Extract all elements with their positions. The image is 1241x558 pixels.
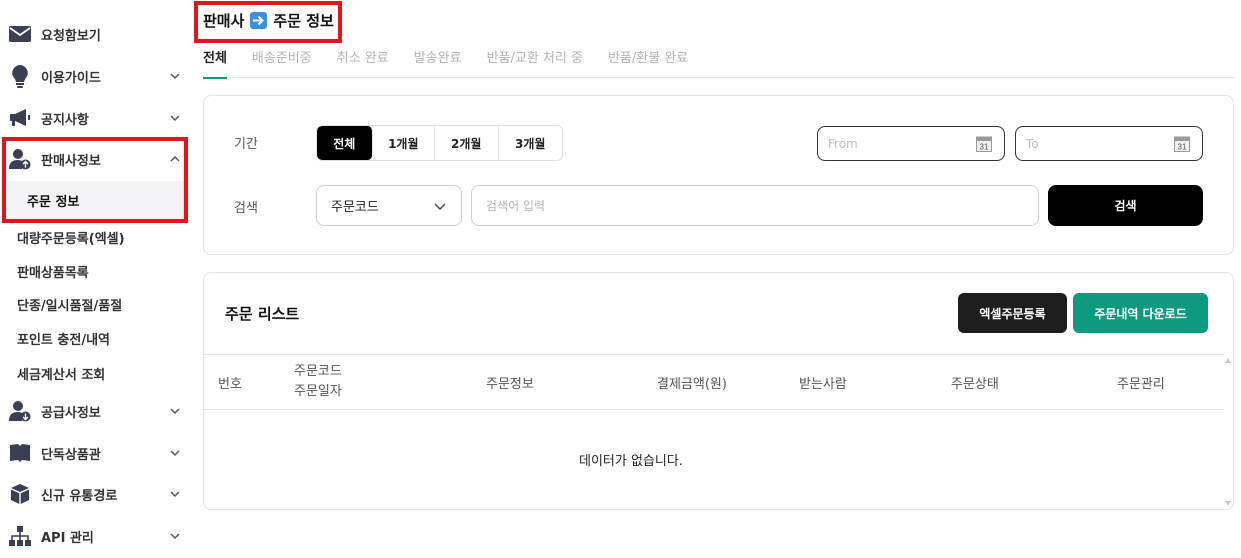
order-table-header: 번호 주문코드 주문일자 주문정보 결제금액(원) 받는사람 주문상태 주문관리 bbox=[204, 354, 1224, 410]
column-code: 주문코드 bbox=[294, 364, 342, 379]
lightbulb-icon bbox=[8, 64, 32, 88]
table-scrollbar[interactable] bbox=[1223, 354, 1233, 509]
calendar-day-number: 31 bbox=[1178, 143, 1187, 152]
chevron-up-icon bbox=[170, 155, 180, 162]
user-upload-icon bbox=[8, 147, 32, 171]
user-download-icon bbox=[8, 399, 32, 423]
box-icon bbox=[8, 482, 32, 506]
sidebar-subitem-points[interactable]: 포인트 충전/내역 bbox=[0, 323, 192, 353]
column-status: 주문상태 bbox=[951, 376, 999, 392]
excel-order-register-button[interactable]: 엑셀주문등록 bbox=[958, 293, 1067, 333]
sidebar-subitem-soldout[interactable]: 단종/일시품절/품절 bbox=[0, 289, 192, 319]
scroll-down-arrow-icon[interactable] bbox=[1225, 501, 1231, 506]
sitemap-icon bbox=[8, 524, 32, 548]
column-manage: 주문관리 bbox=[1117, 376, 1165, 392]
filter-panel: 기간 전체 1개월 2개월 3개월 From 31 To 31 검색 주문코드 … bbox=[203, 95, 1234, 255]
period-3month-button[interactable]: 3개월 bbox=[499, 126, 562, 160]
search-label: 검색 bbox=[234, 201, 258, 216]
sidebar-item-inbox[interactable]: 요청함보기 bbox=[0, 15, 192, 53]
calendar-day-number: 31 bbox=[980, 143, 989, 152]
empty-message: 데이터가 없습니다. bbox=[579, 454, 683, 469]
sidebar-item-exclusive[interactable]: 단독상품관 bbox=[0, 434, 192, 472]
arrow-right-icon bbox=[250, 12, 268, 29]
sidebar-item-supplier-info[interactable]: 공급사정보 bbox=[0, 392, 192, 430]
tab-cancelled[interactable]: 취소 완료 bbox=[337, 48, 389, 78]
date-to-placeholder: To bbox=[1026, 136, 1039, 151]
tab-shipped[interactable]: 발송완료 bbox=[414, 48, 462, 78]
order-download-button[interactable]: 주문내역 다운로드 bbox=[1073, 293, 1208, 333]
sidebar-subitem-product-list[interactable]: 판매상품목록 bbox=[0, 256, 192, 286]
status-tabs: 전체 배송준비중 취소 완료 발송완료 반품/교환 처리 중 반품/환불 완료 bbox=[203, 48, 1234, 79]
sidebar-subitem-tax-invoice[interactable]: 세금계산서 조회 bbox=[0, 358, 192, 388]
search-type-value: 주문코드 bbox=[331, 200, 379, 215]
period-selector: 전체 1개월 2개월 3개월 bbox=[316, 125, 563, 161]
sidebar-item-label: 단독상품관 bbox=[41, 447, 101, 463]
period-label: 기간 bbox=[234, 137, 258, 152]
breadcrumb-seller: 판매사 bbox=[203, 12, 245, 30]
date-from-input[interactable]: From 31 bbox=[817, 126, 1005, 161]
sidebar-item-new-channel[interactable]: 신규 유통경로 bbox=[0, 475, 192, 513]
sidebar-item-label: 공지사항 bbox=[41, 112, 89, 128]
chevron-down-icon bbox=[170, 450, 180, 457]
sidebar-item-seller-info[interactable]: 판매사정보 bbox=[0, 140, 192, 178]
chevron-down-icon bbox=[434, 203, 446, 210]
column-recipient: 받는사람 bbox=[799, 376, 847, 392]
chevron-down-icon bbox=[170, 115, 180, 122]
breadcrumb-order-info: 주문 정보 bbox=[273, 12, 334, 30]
sidebar-item-label: 요청함보기 bbox=[41, 28, 101, 44]
envelope-icon bbox=[8, 22, 32, 46]
period-2month-button[interactable]: 2개월 bbox=[435, 126, 499, 160]
calendar-icon[interactable]: 31 bbox=[1174, 135, 1190, 152]
search-button[interactable]: 검색 bbox=[1048, 185, 1203, 226]
sidebar-subitem-bulk-order[interactable]: 대량주문등록(엑셀) bbox=[0, 222, 192, 252]
column-number: 번호 bbox=[218, 376, 242, 392]
chevron-down-icon bbox=[170, 73, 180, 80]
page-title: 판매사 주문 정보 bbox=[203, 10, 334, 31]
chevron-down-icon bbox=[170, 533, 180, 540]
date-from-placeholder: From bbox=[828, 136, 858, 151]
chevron-down-icon bbox=[170, 408, 180, 415]
sidebar-item-label: 신규 유통경로 bbox=[41, 488, 118, 504]
period-all-button[interactable]: 전체 bbox=[317, 126, 373, 160]
tab-return-refund[interactable]: 반품/환불 완료 bbox=[608, 48, 688, 78]
megaphone-icon bbox=[8, 106, 32, 130]
sidebar-item-label: 이용가이드 bbox=[41, 70, 101, 86]
sidebar-subitem-order-info[interactable]: 주문 정보 bbox=[8, 181, 184, 219]
sidebar-item-api[interactable]: API 관리 bbox=[0, 517, 192, 555]
sidebar-item-label: 공급사정보 bbox=[41, 405, 101, 421]
sidebar: 요청함보기 이용가이드 공지사항 판매사정보 주문 정보 대량주문등록(엑셀) … bbox=[0, 0, 192, 558]
sidebar-item-label: API 관리 bbox=[41, 530, 94, 546]
calendar-icon[interactable]: 31 bbox=[976, 135, 992, 152]
tab-all[interactable]: 전체 bbox=[203, 48, 227, 79]
column-amount: 결제금액(원) bbox=[657, 376, 727, 392]
book-icon bbox=[8, 441, 32, 465]
chevron-down-icon bbox=[170, 491, 180, 498]
search-type-select[interactable]: 주문코드 bbox=[316, 185, 462, 226]
column-date: 주문일자 bbox=[294, 384, 342, 399]
date-to-input[interactable]: To 31 bbox=[1015, 126, 1203, 161]
order-list-title: 주문 리스트 bbox=[225, 305, 300, 323]
order-list-panel: 주문 리스트 엑셀주문등록 주문내역 다운로드 번호 주문코드 주문일자 주문정… bbox=[203, 272, 1234, 510]
column-code-date: 주문코드 주문일자 bbox=[294, 355, 342, 409]
sidebar-item-notice[interactable]: 공지사항 bbox=[0, 99, 192, 137]
tab-preparing[interactable]: 배송준비중 bbox=[252, 48, 312, 78]
search-input[interactable]: 검색어 입력 bbox=[471, 185, 1039, 226]
sidebar-item-guide[interactable]: 이용가이드 bbox=[0, 57, 192, 95]
search-placeholder: 검색어 입력 bbox=[486, 199, 546, 213]
period-1month-button[interactable]: 1개월 bbox=[373, 126, 436, 160]
tab-return-exchange[interactable]: 반품/교환 처리 중 bbox=[487, 48, 583, 78]
sidebar-item-label: 판매사정보 bbox=[41, 153, 101, 169]
scroll-up-arrow-icon[interactable] bbox=[1225, 358, 1231, 363]
column-info: 주문정보 bbox=[486, 376, 534, 392]
